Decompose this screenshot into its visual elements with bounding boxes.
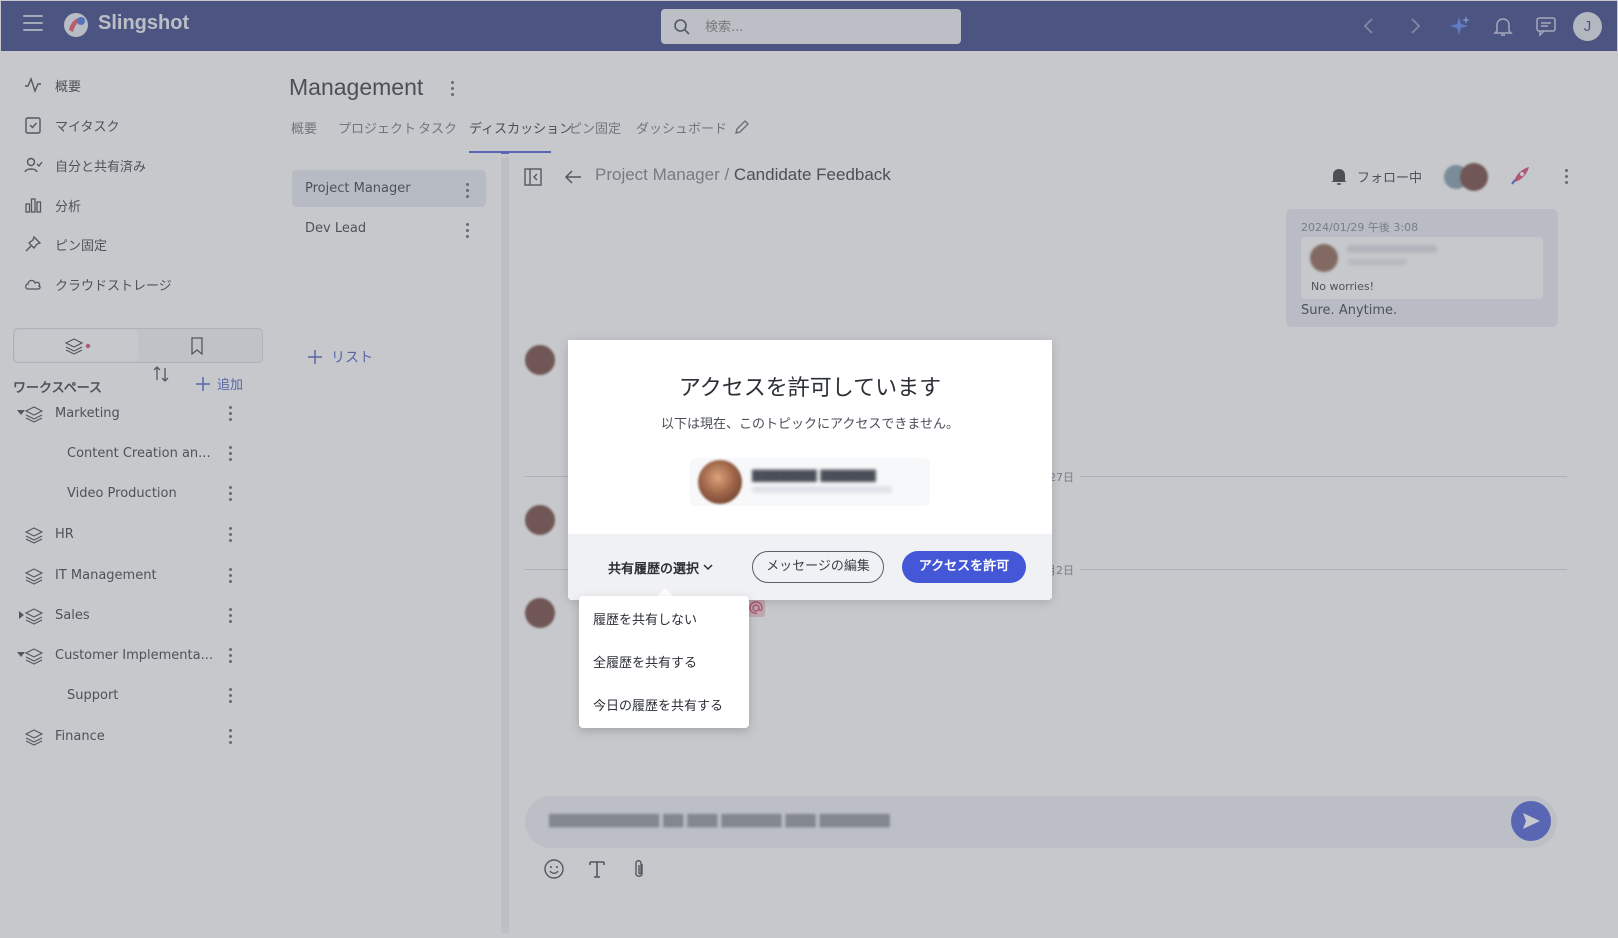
allow-access-button[interactable]: アクセスを許可 <box>902 551 1026 583</box>
chevron-down-icon <box>703 564 713 571</box>
edit-message-button[interactable]: メッセージの編集 <box>752 551 884 583</box>
user-email-redacted <box>752 486 892 493</box>
history-select-label: 共有履歴の選択 <box>608 561 700 577</box>
menu-item-today-history[interactable]: 今日の履歴を共有する <box>593 695 723 714</box>
dialog-subtitle: 以下は現在、このトピックにアクセスできません。 <box>661 417 959 432</box>
history-options-menu: 履歴を共有しない 全履歴を共有する 今日の履歴を共有する <box>579 596 749 728</box>
menu-item-all-history[interactable]: 全履歴を共有する <box>593 652 697 671</box>
avatar <box>698 460 742 504</box>
app-window: Slingshot J 概要 マイタスク 自分と共有済み 分析 <box>0 0 1618 938</box>
dialog-footer: 共有履歴の選択 メッセージの編集 アクセスを許可 <box>568 534 1052 600</box>
grant-access-dialog: アクセスを許可しています 以下は現在、このトピックにアクセスできません。 ▇▇▇… <box>568 340 1052 600</box>
dialog-title: アクセスを許可しています <box>678 376 942 401</box>
history-select-button[interactable]: 共有履歴の選択 <box>602 551 720 583</box>
user-name-redacted: ▇▇▇▇▇▇▇ ▇▇▇▇▇▇ <box>752 468 876 482</box>
dialog-body: アクセスを許可しています 以下は現在、このトピックにアクセスできません。 ▇▇▇… <box>568 340 1052 534</box>
user-card: ▇▇▇▇▇▇▇ ▇▇▇▇▇▇ <box>690 458 930 506</box>
menu-item-no-history[interactable]: 履歴を共有しない <box>593 609 697 628</box>
